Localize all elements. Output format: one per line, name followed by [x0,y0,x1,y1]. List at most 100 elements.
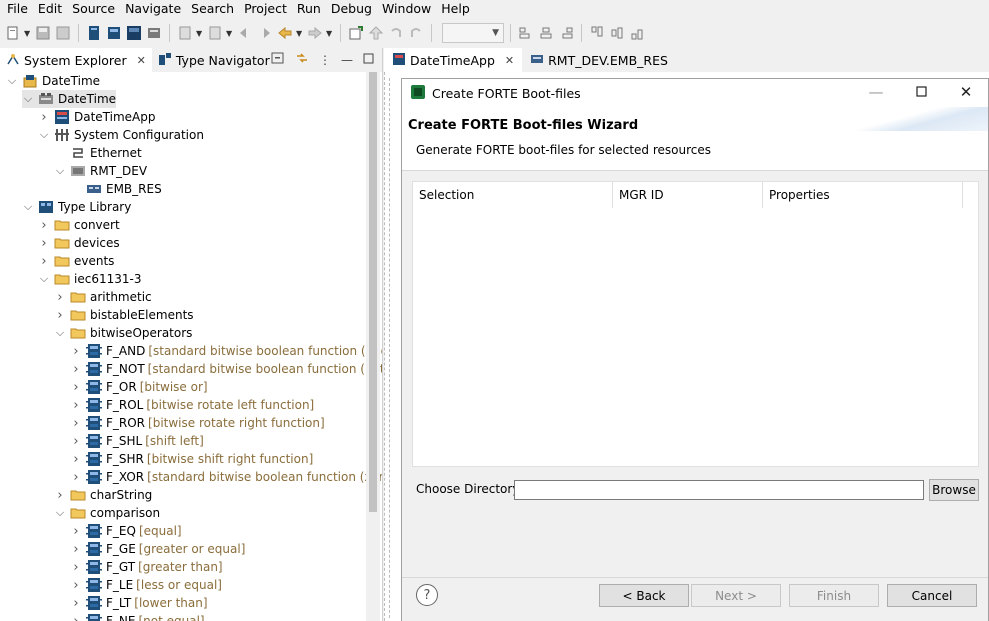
chevron-right-icon[interactable]: › [70,362,82,377]
run-icon[interactable] [206,24,224,42]
chevron-right-icon[interactable]: › [70,380,82,395]
help-icon[interactable]: ? [416,584,438,606]
column-header-properties[interactable]: Properties [763,181,963,208]
column-header-mgr-id[interactable]: MGR ID [613,181,763,208]
new-application-icon[interactable] [105,24,123,42]
chevron-right-icon[interactable]: › [38,110,50,125]
tree-item[interactable]: › F_OR [bitwise or] [70,378,207,396]
align-center-icon[interactable] [537,24,555,42]
scrollbar-thumb[interactable] [369,72,377,512]
new-subapp-icon[interactable] [145,24,163,42]
directory-input[interactable] [514,480,924,500]
menu-search[interactable]: Search [186,0,239,18]
chevron-right-icon[interactable]: › [38,236,50,251]
chevron-right-icon[interactable]: › [70,416,82,431]
close-icon[interactable]: ✕ [505,54,514,67]
tab-datetimeapp[interactable]: DateTimeApp ✕ [384,48,523,72]
tree-item[interactable]: ⌵ DateTime [22,90,117,108]
chevron-right-icon[interactable]: › [70,578,82,593]
cancel-button[interactable]: Cancel [887,584,977,607]
chevron-right-icon[interactable]: › [54,308,66,323]
save-all-icon[interactable] [54,24,72,42]
tree-item[interactable]: › F_ROR [bitwise rotate right function] [70,414,324,432]
collapse-all-icon[interactable] [271,51,285,68]
menu-source[interactable]: Source [67,0,120,18]
maximize-icon[interactable] [363,53,374,67]
menu-help[interactable]: Help [436,0,475,18]
chevron-down-icon[interactable]: ⌵ [54,506,66,519]
chevron-right-icon[interactable]: › [38,254,50,269]
tree-item[interactable]: › F_LT [lower than] [70,594,207,612]
tree-item[interactable]: › charString [54,486,152,504]
deploy-icon[interactable] [176,24,194,42]
tree-item[interactable]: › F_SHR [bitwise shift right function] [70,450,313,468]
browse-button[interactable]: Browse [929,479,979,501]
align-right-icon[interactable] [557,24,575,42]
tree-item[interactable]: ⌵ bitwiseOperators [54,324,193,342]
minimize-icon[interactable]: — [341,53,353,67]
redo-icon[interactable] [407,24,425,42]
back-button[interactable]: < Back [599,584,689,607]
menu-navigate[interactable]: Navigate [120,0,186,18]
undo-icon[interactable] [387,24,405,42]
tree-item[interactable]: › devices [38,234,119,252]
chevron-right-icon[interactable]: › [54,290,66,305]
close-icon[interactable]: ✕ [956,83,976,101]
tree-item[interactable]: › F_GE [greater or equal] [70,540,245,558]
chevron-right-icon[interactable]: › [70,398,82,413]
tree-item[interactable]: ⌵ iec61131-3 [38,270,142,288]
tab-rmt-dev-emb-res[interactable]: RMT_DEV.EMB_RES [522,48,676,72]
align-left-icon[interactable] [517,24,535,42]
minimize-icon[interactable]: — [866,83,886,101]
tree-item[interactable]: › DateTimeApp [38,108,155,126]
tree-item[interactable]: › F_NE [not equal] [70,612,205,621]
menu-edit[interactable]: Edit [33,0,67,18]
next-annotation-icon[interactable] [256,24,274,42]
new-system-icon[interactable] [85,24,103,42]
tree-item[interactable]: › F_ROL [bitwise rotate left function] [70,396,314,414]
chevron-down-icon[interactable]: ⌵ [22,200,34,213]
chevron-right-icon[interactable]: › [70,524,82,539]
chevron-down-icon[interactable]: ⌵ [54,164,66,177]
chevron-right-icon[interactable]: › [70,452,82,467]
tree-item[interactable]: ⌵ RMT_DEV [54,162,147,180]
new-icon[interactable] [4,24,22,42]
column-header-selection[interactable]: Selection [413,181,613,208]
align-bottom-icon[interactable] [628,24,646,42]
link-with-editor-icon[interactable] [295,51,309,68]
tree-item[interactable]: ⌵ Type Library [22,198,132,216]
align-middle-icon[interactable] [608,24,626,42]
chevron-down-icon[interactable]: ⌵ [54,326,66,339]
next-button[interactable]: Next > [691,584,781,607]
chevron-down-icon[interactable]: ⌵ [6,74,18,87]
tree-item[interactable]: › F_SHL [shift left] [70,432,203,450]
tree-item[interactable]: ⌵ DateTime [6,72,100,90]
chevron-right-icon[interactable]: › [38,218,50,233]
tree-item[interactable]: › F_EQ [equal] [70,522,181,540]
menu-window[interactable]: Window [377,0,436,18]
chevron-right-icon[interactable]: › [70,560,82,575]
chevron-right-icon[interactable]: › [70,470,82,485]
finish-button[interactable]: Finish [789,584,879,607]
tree-item[interactable]: › F_XOR [standard bitwise boolean function… [70,468,382,486]
tree-item[interactable]: › F_NOT [standard bitwise boolean function… [70,360,382,378]
save-icon[interactable] [34,24,52,42]
chevron-down-icon[interactable]: ▼ [296,29,304,38]
new-fb-type-icon[interactable] [125,24,143,42]
chevron-down-icon[interactable]: ▼ [196,29,204,38]
resources-table[interactable]: Selection MGR ID Properties [412,181,979,467]
tree-item[interactable]: EMB_RES [70,180,162,198]
chevron-down-icon[interactable]: ▼ [326,29,334,38]
zoom-combo[interactable]: ▼ [442,23,504,43]
up-arrow-icon[interactable] [367,24,385,42]
tree-scrollbar[interactable] [366,72,380,621]
chevron-right-icon[interactable]: › [70,614,82,621]
tree-item[interactable]: › convert [38,216,119,234]
chevron-right-icon[interactable]: › [70,344,82,359]
chevron-down-icon[interactable]: ⌵ [22,92,34,105]
chevron-down-icon[interactable]: ▼ [226,29,234,38]
tab-system-explorer[interactable]: System Explorer ✕ [0,48,152,72]
close-icon[interactable]: ✕ [137,54,146,67]
chevron-right-icon[interactable]: › [54,488,66,503]
tree-item[interactable]: › F_AND [standard bitwise boolean function… [70,342,382,360]
